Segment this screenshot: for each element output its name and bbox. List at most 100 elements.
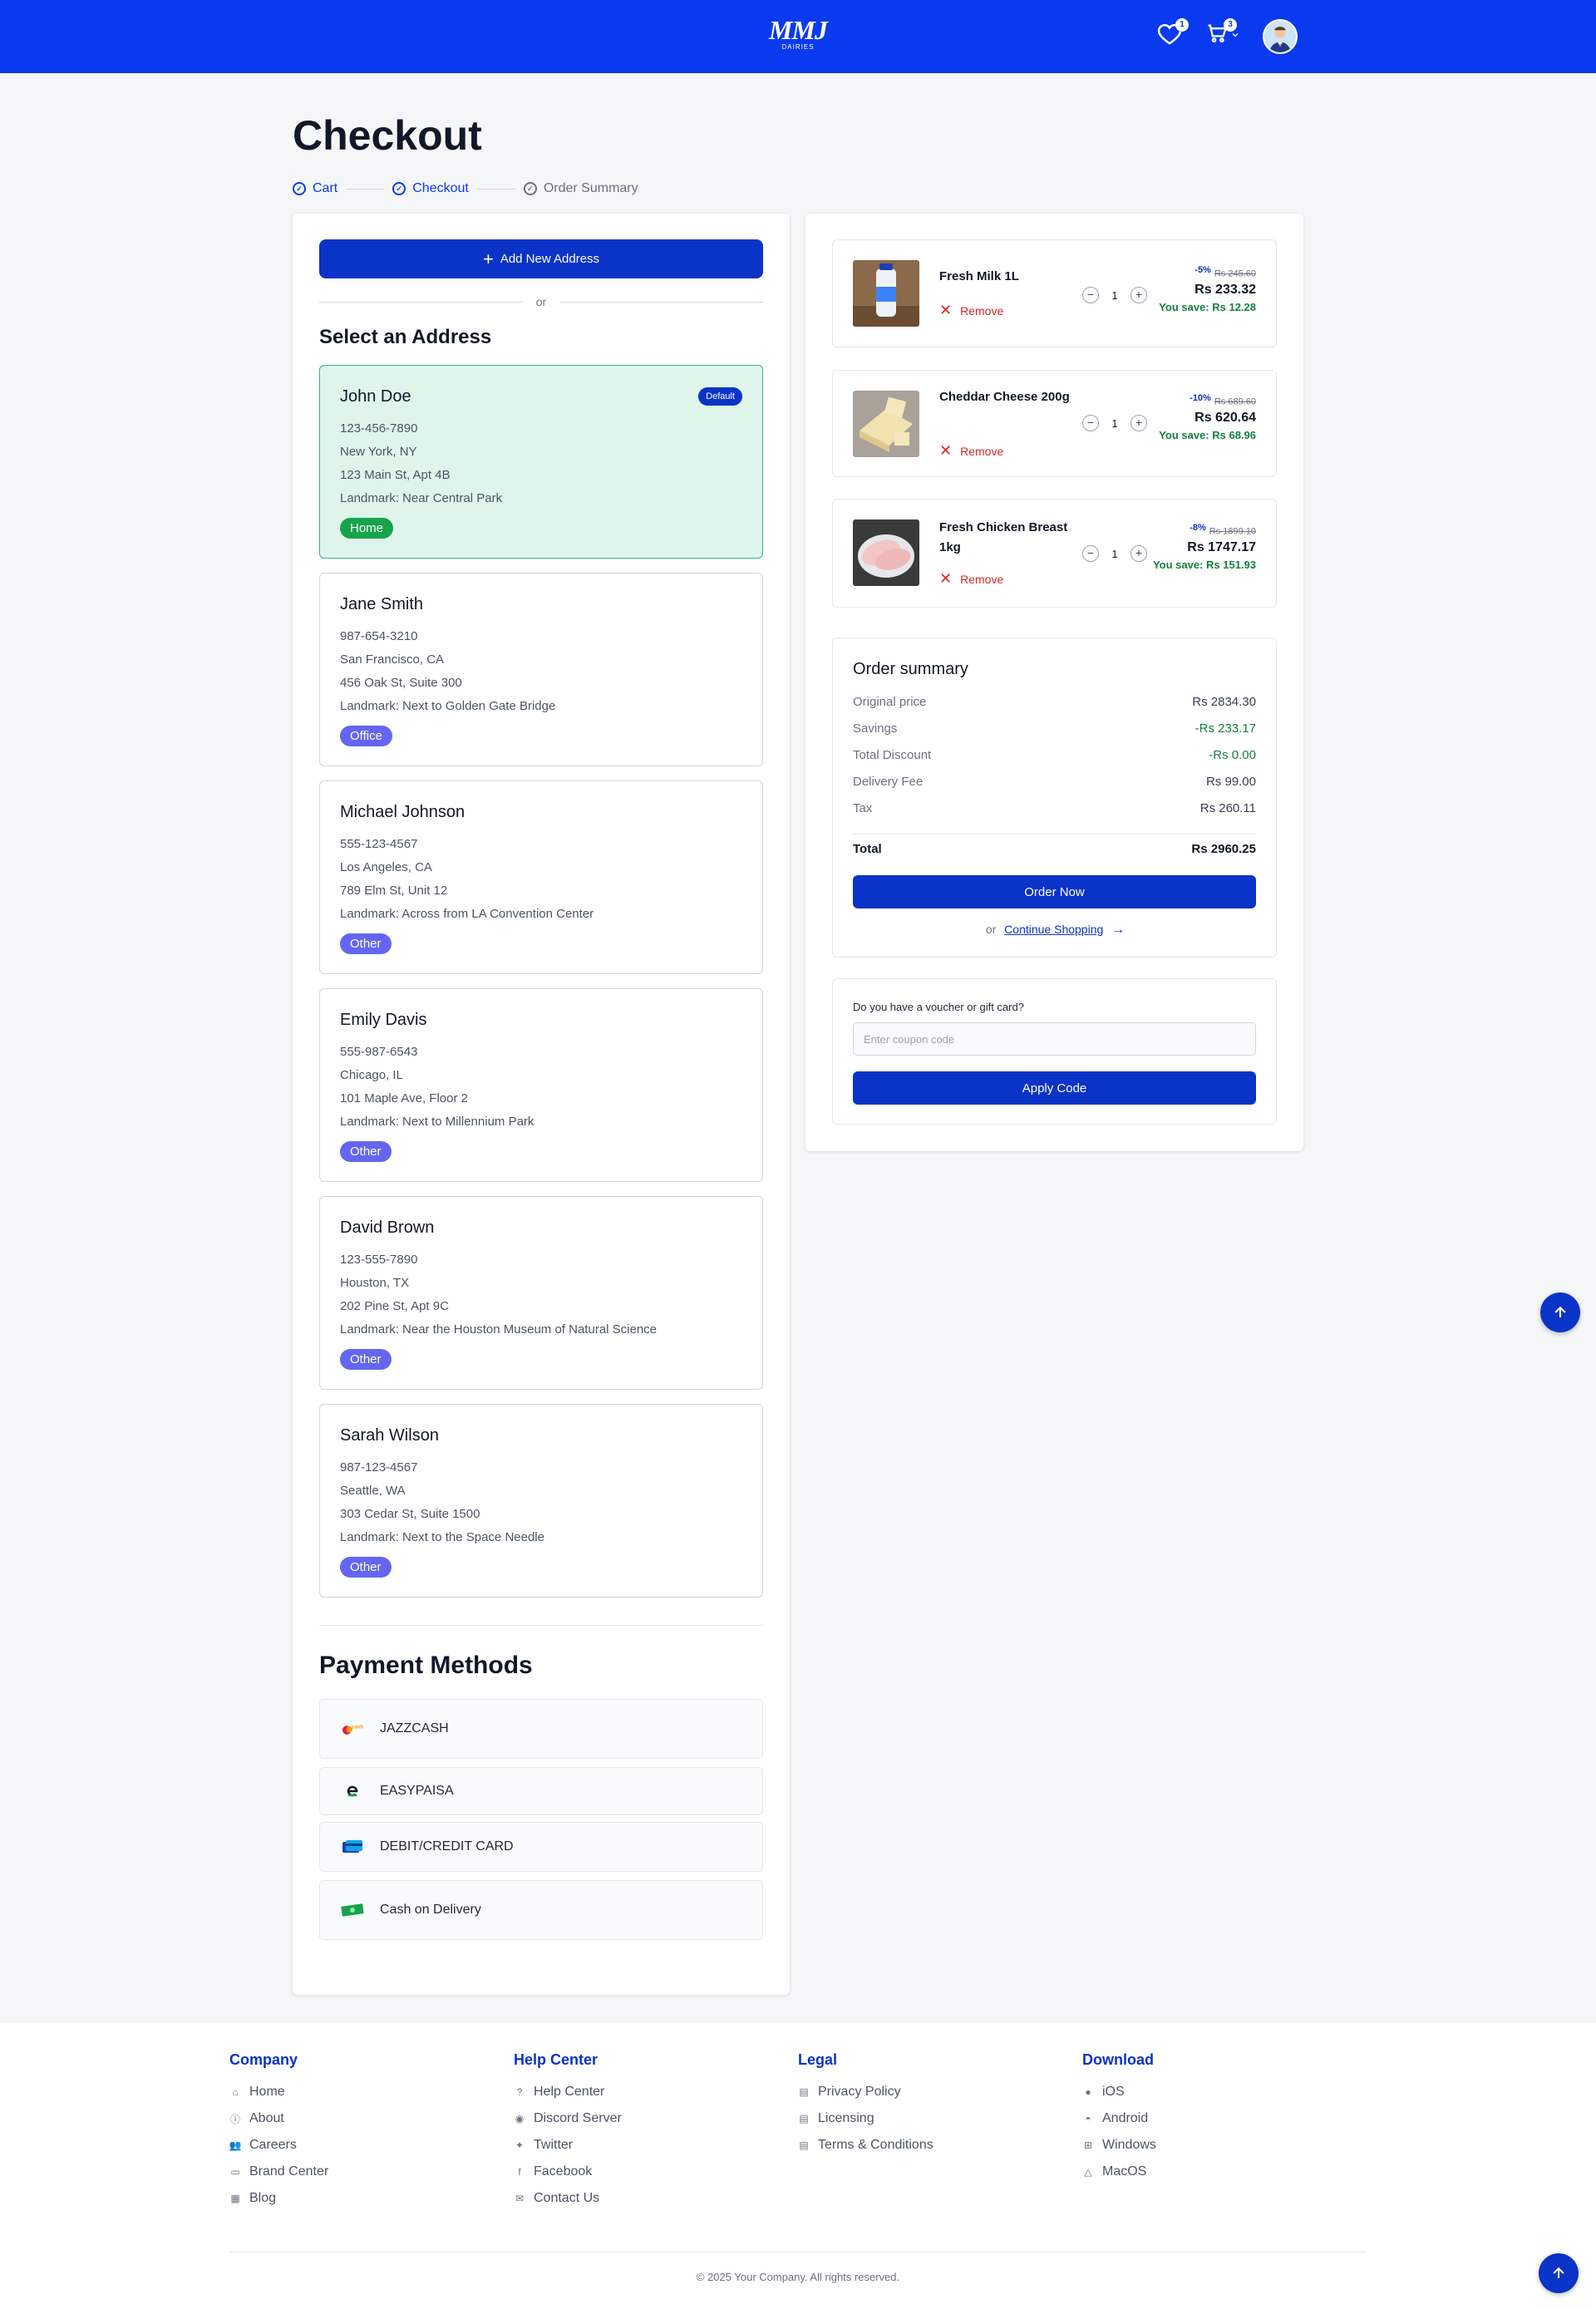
address-name: David Brown [340, 1219, 435, 1237]
arrow-up-icon [1553, 2267, 1564, 2278]
footer-link-windows[interactable]: ⊞ Windows [1082, 2132, 1156, 2159]
footer-heading: Legal [798, 2051, 838, 2068]
address-street: 202 Pine St, Apt 9C [340, 1299, 449, 1313]
cart-button[interactable]: 3 [1205, 18, 1242, 50]
brand-logo[interactable]: MMJ DAIRIES [763, 17, 833, 52]
footer-heading: Download [1082, 2051, 1154, 2068]
minus-button[interactable]: − [1082, 415, 1099, 431]
payment-methods-title: Payment Methods [319, 1652, 533, 1679]
footer-link-label: Help Center [534, 2085, 605, 2099]
product-image-chicken [853, 519, 919, 586]
check-circle-icon: ✓ [293, 182, 306, 195]
address-card-emily-davis[interactable]: Emily Davis 555-987-6543 Chicago, IL 101… [319, 988, 763, 1182]
footer-link-terms[interactable]: ▤ Terms & Conditions [798, 2132, 933, 2159]
document-icon: ▤ [799, 2139, 809, 2151]
address-tag: Other [340, 933, 392, 954]
footer-link-android[interactable]: ◓ Android [1082, 2105, 1156, 2132]
address-city: Los Angeles, CA [340, 860, 432, 874]
summary-label: Delivery Fee [853, 775, 924, 789]
address-landmark: Landmark: Near Central Park [340, 491, 503, 505]
apply-code-button[interactable]: Apply Code [853, 1071, 1256, 1105]
footer-link-home[interactable]: ⌂ Home [229, 2079, 328, 2105]
footer-link-privacy[interactable]: ▤ Privacy Policy [798, 2079, 933, 2105]
footer-link-contact[interactable]: ✉ Contact Us [514, 2185, 622, 2212]
info-icon: ⓘ [229, 2113, 240, 2125]
remove-item-button[interactable]: ✕ Remove [939, 302, 1003, 319]
footer-link-macos[interactable]: △ MacOS [1082, 2159, 1156, 2185]
svg-text:cash: cash [352, 1725, 363, 1730]
payment-option-jazzcash[interactable]: cash JAZZCASH [319, 1699, 763, 1759]
total-value: Rs 2960.25 [1191, 842, 1256, 856]
plus-button[interactable]: + [1130, 545, 1147, 562]
address-street: 303 Cedar St, Suite 1500 [340, 1507, 480, 1521]
discord-icon: ◉ [515, 2113, 525, 2124]
summary-row-total-discount: Total Discount -Rs 0.00 [853, 748, 1256, 762]
summary-value: Rs 260.11 [1199, 801, 1256, 815]
remove-item-button[interactable]: ✕ Remove [939, 570, 1003, 588]
address-card-sarah-wilson[interactable]: Sarah Wilson 987-123-4567 Seattle, WA 30… [319, 1404, 763, 1598]
footer-link-label: MacOS [1102, 2164, 1147, 2179]
user-avatar[interactable] [1263, 19, 1298, 54]
order-now-button[interactable]: Order Now [853, 875, 1256, 908]
chevron-down-icon [1232, 33, 1239, 37]
apple-icon: ● [1085, 2086, 1091, 2098]
scroll-to-top-button-footer[interactable] [1539, 2253, 1579, 2293]
footer-link-blog[interactable]: ▦ Blog [229, 2185, 328, 2212]
footer-link-label: Home [249, 2085, 285, 2099]
add-address-label: Add New Address [500, 252, 600, 266]
footer-column-download: Download ● iOS ◓ Android ⊞ Windows △ MacOS [1082, 2051, 1156, 2185]
address-city: Chicago, IL [340, 1068, 403, 1082]
footer-link-ios[interactable]: ● iOS [1082, 2079, 1156, 2105]
address-tag: Home [340, 518, 394, 539]
discount-percent: -5% [1195, 265, 1211, 275]
summary-label: Tax [853, 801, 873, 815]
footer-link-twitter[interactable]: ✦ Twitter [514, 2132, 622, 2159]
plus-button[interactable]: + [1130, 415, 1147, 431]
address-city: San Francisco, CA [340, 652, 445, 667]
payment-label: EASYPAISA [380, 1784, 454, 1798]
quantity-value: 1 [1111, 416, 1118, 430]
step-checkout[interactable]: ✓ Checkout [392, 181, 469, 196]
coupon-code-input[interactable] [853, 1022, 1256, 1056]
footer-link-discord[interactable]: ◉ Discord Server [514, 2105, 622, 2132]
continue-shopping-row: or Continue Shopping → [833, 923, 1278, 938]
payment-option-card[interactable]: DEBIT/CREDIT CARD [319, 1822, 763, 1872]
building-icon: ▦ [230, 2193, 240, 2204]
footer-link-brand-center[interactable]: ▭ Brand Center [229, 2159, 328, 2185]
footer-link-facebook[interactable]: f Facebook [514, 2159, 622, 2185]
step-order-summary[interactable]: ✓ Order Summary [523, 181, 638, 196]
step-cart[interactable]: ✓ Cart [293, 181, 337, 196]
address-card-john-doe[interactable]: John Doe Default 123-456-7890 New York, … [319, 365, 763, 559]
minus-button[interactable]: − [1082, 545, 1099, 562]
step-connector [476, 188, 515, 190]
address-card-michael-johnson[interactable]: Michael Johnson 555-123-4567 Los Angeles… [319, 780, 763, 974]
address-card-jane-smith[interactable]: Jane Smith 987-654-3210 San Francisco, C… [319, 573, 763, 766]
footer-link-label: Twitter [534, 2138, 574, 2152]
or-text: or [985, 923, 997, 936]
add-new-address-button[interactable]: + Add New Address [319, 239, 763, 278]
minus-button[interactable]: − [1082, 287, 1099, 303]
arrow-right-icon: → [1111, 923, 1126, 937]
payment-option-easypaisa[interactable]: EASYPAISA [319, 1767, 763, 1815]
footer-link-licensing[interactable]: ▤ Licensing [798, 2105, 933, 2132]
footer-link-careers[interactable]: 👥 Careers [229, 2132, 328, 2159]
footer-link-about[interactable]: ⓘ About [229, 2105, 328, 2132]
logo-text: MMJ [769, 15, 828, 45]
order-card: Fresh Milk 1L ✕ Remove − 1 + -5% Rs 245.6… [805, 214, 1303, 1151]
remove-item-button[interactable]: ✕ Remove [939, 442, 1003, 460]
remove-label: Remove [960, 303, 1004, 318]
wishlist-button[interactable]: 1 [1157, 18, 1189, 50]
plus-button[interactable]: + [1130, 287, 1147, 303]
address-card-david-brown[interactable]: David Brown 123-555-7890 Houston, TX 202… [319, 1196, 763, 1390]
address-tag: Office [340, 726, 392, 746]
scroll-to-top-button[interactable] [1540, 1292, 1580, 1332]
continue-shopping-link[interactable]: Continue Shopping [1004, 923, 1103, 936]
savings-text: You save: Rs 12.28 [1159, 300, 1256, 313]
address-tag: Other [340, 1557, 392, 1578]
copyright-text: © 2025 Your Company. All rights reserved… [696, 2271, 900, 2283]
summary-row-tax: Tax Rs 260.11 [853, 801, 1256, 815]
payment-option-cod[interactable]: Cash on Delivery [319, 1880, 763, 1940]
facebook-icon: f [518, 2166, 521, 2178]
address-tag: Other [340, 1349, 392, 1370]
footer-link-help-center[interactable]: ? Help Center [514, 2079, 622, 2105]
